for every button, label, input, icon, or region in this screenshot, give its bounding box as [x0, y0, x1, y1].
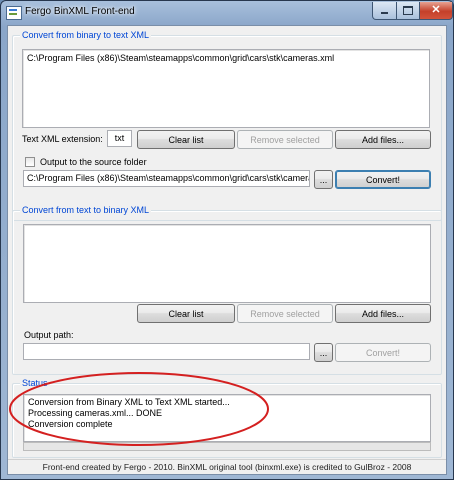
- main-window: Fergo BinXML Front-end ✕ Convert from bi…: [0, 0, 454, 480]
- output-path-label: Output path:: [24, 330, 74, 340]
- text-xml-extension-label: Text XML extension:: [22, 134, 103, 144]
- close-icon: ✕: [431, 4, 441, 16]
- bin-to-text-file-list[interactable]: C:\Program Files (x86)\Steam\steamapps\c…: [22, 49, 430, 128]
- title-bar[interactable]: Fergo BinXML Front-end ✕: [1, 1, 453, 25]
- bin-to-text-add-files-button[interactable]: Add files...: [335, 130, 431, 149]
- text-to-bin-convert-button[interactable]: Convert!: [335, 343, 431, 362]
- text-to-bin-add-files-button[interactable]: Add files...: [335, 304, 431, 323]
- app-icon: [6, 6, 22, 20]
- text-to-bin-output-path-input[interactable]: [23, 343, 310, 360]
- bin-to-text-group-title: Convert from binary to text XML: [20, 30, 152, 40]
- text-to-bin-group-title: Convert from text to binary XML: [20, 205, 152, 215]
- output-to-source-checkbox[interactable]: [25, 157, 35, 167]
- minimize-button[interactable]: [372, 2, 397, 20]
- status-line: Conversion complete: [28, 419, 113, 429]
- text-xml-extension-input[interactable]: txt: [107, 130, 132, 147]
- maximize-button[interactable]: [396, 2, 420, 20]
- status-group: Status Conversion from Binary XML to Tex…: [12, 378, 442, 458]
- bin-to-text-remove-selected-button[interactable]: Remove selected: [237, 130, 333, 149]
- status-log: Conversion from Binary XML to Text XML s…: [23, 394, 431, 442]
- text-to-bin-group: Convert from text to binary XML Clear li…: [12, 205, 442, 375]
- progress-bar: [23, 442, 431, 451]
- text-to-bin-browse-button[interactable]: ...: [314, 343, 333, 362]
- bin-to-text-browse-button[interactable]: ...: [314, 170, 333, 189]
- text-to-bin-clear-list-button[interactable]: Clear list: [137, 304, 235, 323]
- status-line: Conversion from Binary XML to Text XML s…: [28, 397, 230, 407]
- window-title: Fergo BinXML Front-end: [25, 6, 135, 17]
- output-to-source-label: Output to the source folder: [40, 157, 147, 167]
- maximize-icon: [403, 6, 413, 15]
- bin-to-text-group: Convert from binary to text XML C:\Progr…: [12, 30, 442, 221]
- bin-to-text-clear-list-button[interactable]: Clear list: [137, 130, 235, 149]
- close-button[interactable]: ✕: [419, 2, 453, 20]
- list-item[interactable]: C:\Program Files (x86)\Steam\steamapps\c…: [27, 53, 334, 63]
- text-to-bin-remove-selected-button[interactable]: Remove selected: [237, 304, 333, 323]
- status-line: Processing cameras.xml... DONE: [28, 408, 163, 418]
- credits-footer: Front-end created by Fergo - 2010. BinXM…: [8, 459, 446, 475]
- bin-to-text-output-path-input[interactable]: C:\Program Files (x86)\Steam\steamapps\c…: [23, 170, 310, 187]
- minimize-icon: [381, 12, 388, 14]
- bin-to-text-convert-button[interactable]: Convert!: [335, 170, 431, 189]
- text-to-bin-file-list[interactable]: [23, 224, 431, 303]
- client-area: Convert from binary to text XML C:\Progr…: [7, 25, 447, 475]
- status-group-title: Status: [20, 378, 50, 388]
